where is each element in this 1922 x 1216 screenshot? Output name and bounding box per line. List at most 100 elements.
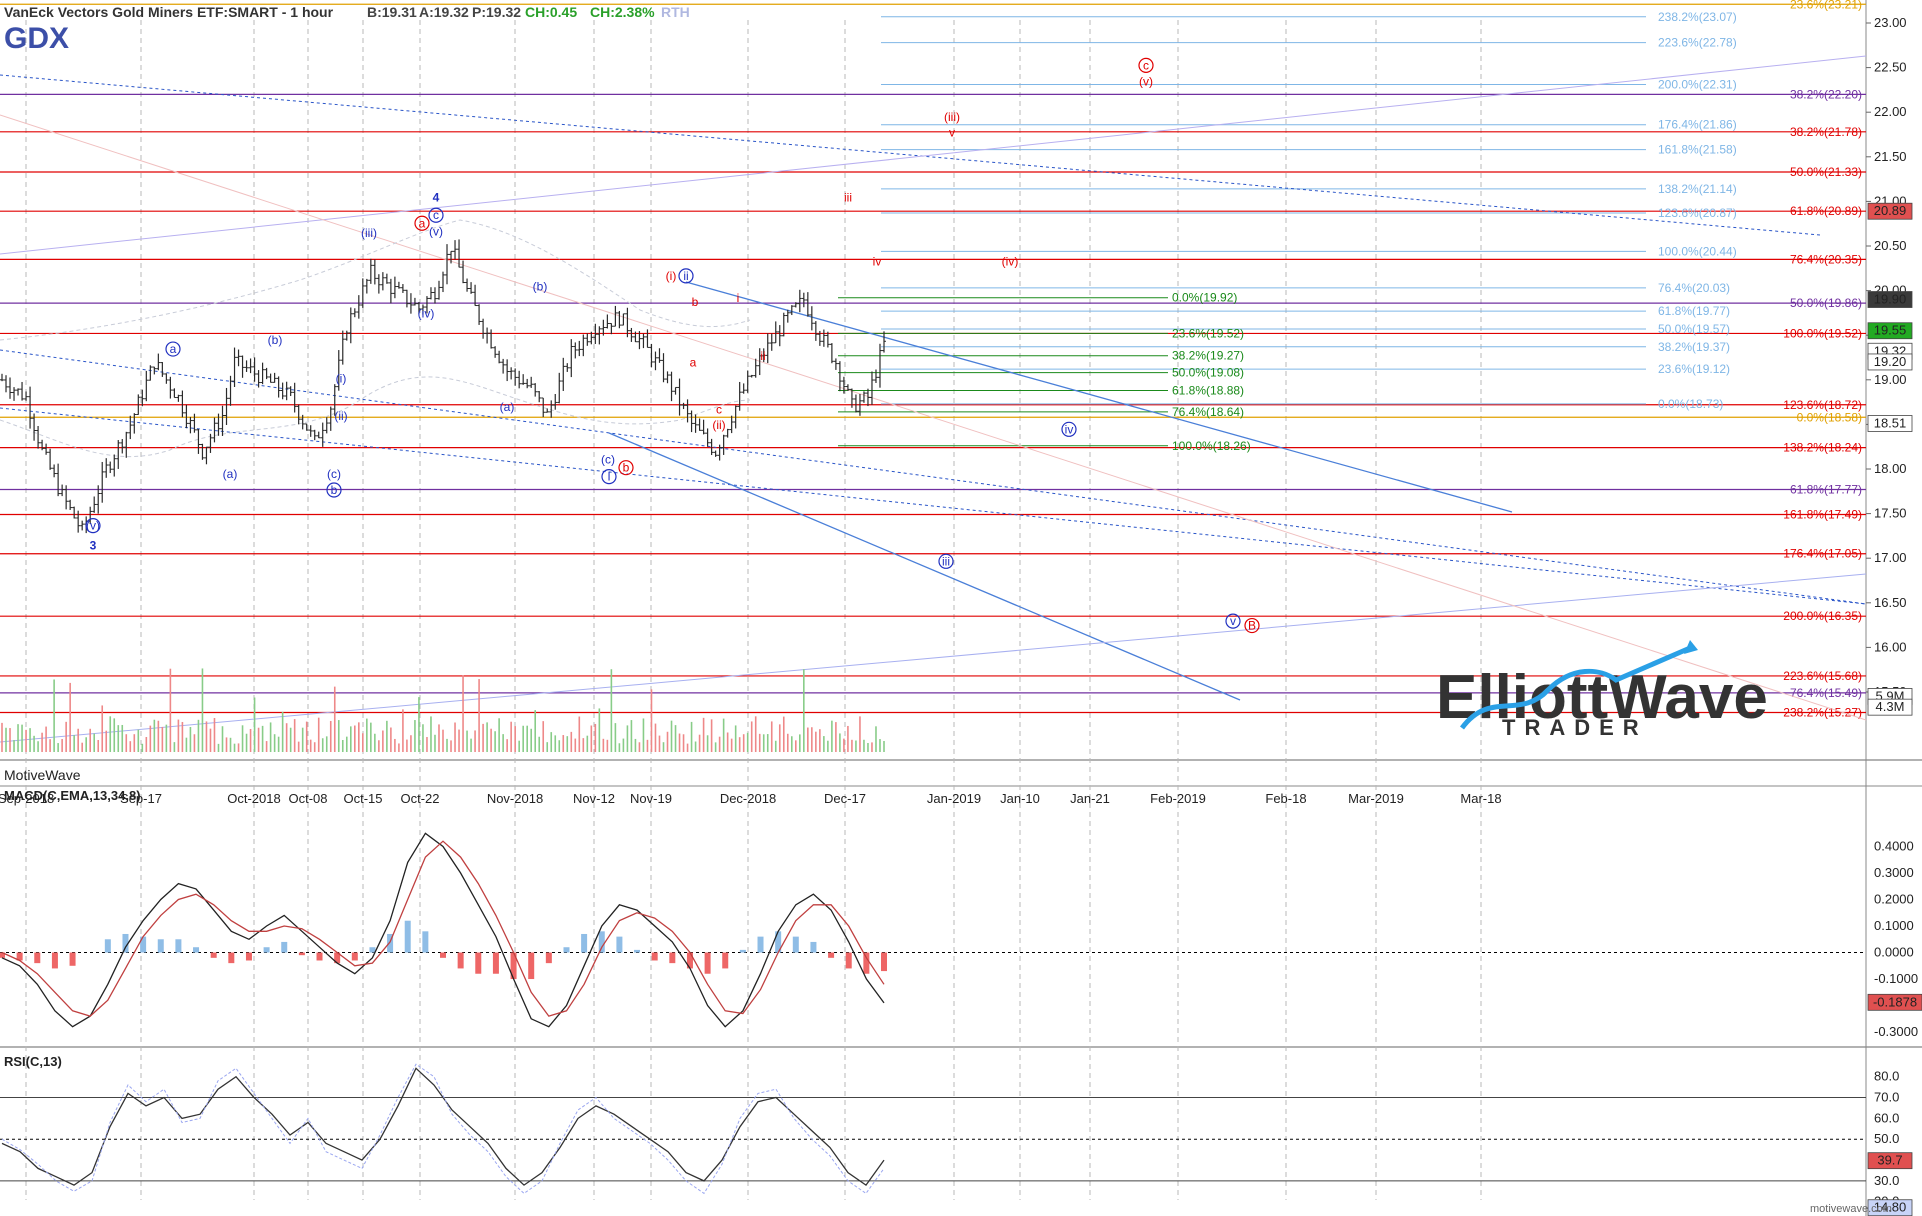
price-bar xyxy=(661,353,666,383)
price-bar xyxy=(128,415,133,440)
price-bar xyxy=(561,357,566,391)
price-bar xyxy=(461,260,466,284)
price-bar xyxy=(12,387,17,401)
price-badge: 4.3M xyxy=(1867,698,1913,716)
macd-tick-label: 0.0000 xyxy=(1874,945,1914,960)
wave-label: (v) xyxy=(429,224,443,238)
price-tick-label: 19.00 xyxy=(1874,372,1907,387)
macd-tick-label: -0.3000 xyxy=(1874,1024,1918,1039)
price-tick-label: 17.00 xyxy=(1874,550,1907,565)
wave-label: B xyxy=(1244,617,1260,634)
price-bar xyxy=(621,313,626,326)
price-bar xyxy=(797,289,802,313)
date-tick-label: Nov-12 xyxy=(573,791,615,806)
wave-label-text: I xyxy=(607,470,610,484)
wave-label: iv xyxy=(1061,421,1077,437)
watermark-text: MotiveWave xyxy=(4,767,81,783)
macd-histogram-bar xyxy=(316,952,323,961)
macd-histogram-bar xyxy=(157,939,164,953)
price-bar xyxy=(882,331,886,353)
macd-panel-title: MACD(C,EMA,13,34,8) xyxy=(4,788,141,803)
price-tick-label: 17.50 xyxy=(1874,506,1907,521)
price-bar xyxy=(176,394,181,402)
date-tick-label: Feb-2019 xyxy=(1150,791,1206,806)
elliottwave-trader-logo: ElliottWave TRADER xyxy=(1436,640,1768,740)
wave-label: c xyxy=(716,403,722,417)
fib-level-label: 0.0%(18.58) xyxy=(1797,410,1862,424)
macd-histogram-bar xyxy=(563,947,570,953)
macd-histogram-bar xyxy=(281,941,288,953)
macd-tick-label: 0.1000 xyxy=(1874,918,1914,933)
wave-label: 3 xyxy=(90,538,97,552)
price-bar xyxy=(428,287,433,300)
price-bar xyxy=(316,431,321,439)
date-tick-label: Dec-2018 xyxy=(720,791,776,806)
wave-label-text: v xyxy=(1230,614,1236,628)
macd-histogram-bar xyxy=(404,920,411,953)
wave-label-text: (b) xyxy=(533,280,548,294)
rsi-current-value: 39.7 xyxy=(1877,1153,1902,1168)
macd-histogram-bar xyxy=(722,952,729,969)
price-bar xyxy=(308,425,313,437)
wave-label: (b) xyxy=(533,280,548,294)
price-bar xyxy=(172,388,177,399)
price-bar xyxy=(280,382,285,400)
wave-label-text: c xyxy=(716,403,722,417)
wave-label-text: a xyxy=(419,216,426,230)
price-bar xyxy=(553,394,558,410)
price-bar xyxy=(112,454,117,477)
wave-label-text: (ii) xyxy=(334,409,347,423)
price-bar xyxy=(549,400,554,418)
wave-label: (i) xyxy=(666,269,677,283)
wave-label-text: (v) xyxy=(1139,74,1153,88)
price-bar xyxy=(228,375,233,406)
price-bar xyxy=(701,419,706,435)
price-bar xyxy=(152,366,157,375)
price-bar xyxy=(785,309,790,323)
macd-histogram-bar xyxy=(51,952,58,969)
price-bar xyxy=(380,272,385,291)
price-bar xyxy=(4,375,9,393)
price-bar xyxy=(573,342,578,359)
price-bar xyxy=(617,310,622,329)
date-tick-label: Oct-15 xyxy=(343,791,382,806)
fib-level-label: 176.4%(17.05) xyxy=(1783,547,1862,561)
macd-histogram-bar xyxy=(634,949,641,953)
chart-canvas[interactable]: 23.6%(23.21) 38.2%(22.20) 38.2%(21.78) 50.0… xyxy=(0,0,1922,1216)
price-bar xyxy=(200,443,205,460)
fib-level-label: 61.8%(17.77) xyxy=(1790,483,1862,497)
wave-label-text: (iii) xyxy=(361,226,377,240)
wave-label: ii xyxy=(760,349,765,363)
rsi-tick-label: 70.0 xyxy=(1874,1090,1899,1105)
price-bar xyxy=(124,431,129,458)
date-tick-label: Jan-2019 xyxy=(927,791,981,806)
macd-histogram-bar xyxy=(298,952,305,956)
wave-label-text: (i) xyxy=(666,269,677,283)
price-bar xyxy=(697,418,702,431)
macd-histogram-bar xyxy=(210,952,217,958)
price-bar xyxy=(657,348,662,363)
wave-label: (v) xyxy=(1139,74,1153,88)
price-bar xyxy=(517,370,522,389)
fib-level-label: 50.0%(21.33) xyxy=(1790,165,1862,179)
macd-tick-label: -0.1000 xyxy=(1874,971,1918,986)
fib-mid-label: 0.0%(18.73) xyxy=(1658,397,1723,411)
macd-histogram-bar xyxy=(457,952,464,969)
price-bar xyxy=(805,292,810,317)
rsi-panel: 80.070.060.050.040.030.020.039.714.80 xyxy=(0,1063,1913,1216)
price-bar xyxy=(164,373,169,384)
price-bar xyxy=(272,372,277,383)
macd-histogram-bar xyxy=(828,952,835,958)
price-badge-text: 18.51 xyxy=(1874,416,1907,431)
price-bar xyxy=(320,422,325,447)
price-bar xyxy=(400,284,405,293)
fib-mid-label: 223.6%(22.78) xyxy=(1658,36,1737,50)
price-bar xyxy=(232,347,237,387)
price-bar xyxy=(565,363,570,372)
wave-label-text: c xyxy=(433,208,439,222)
fib-level-label: 138.2%(18.24) xyxy=(1783,441,1862,455)
price-bar xyxy=(328,406,333,431)
volume-bars xyxy=(1,668,885,752)
price-bar xyxy=(781,312,786,337)
price-bar xyxy=(557,372,562,404)
